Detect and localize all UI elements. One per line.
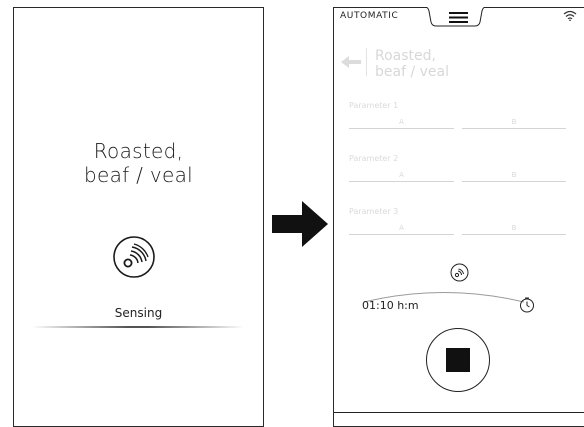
parameter-3-field-a[interactable]: A [349, 224, 454, 235]
parameter-3-field-b[interactable]: B [462, 224, 566, 235]
clock-icon[interactable] [519, 297, 535, 313]
sensing-progress-line [32, 326, 244, 328]
recipe-title-line2: beaf / veal [83, 163, 193, 187]
parameter-2-field-a[interactable]: A [349, 171, 454, 182]
top-bar: AUTOMATIC [334, 7, 584, 27]
recipe-title-line1: Roasted, [93, 139, 184, 163]
parameter-3-label: Parameter 3 [349, 207, 399, 216]
parameter-2-field-b[interactable]: B [462, 171, 566, 182]
sensing-icon [113, 236, 155, 278]
sensing-icon [450, 263, 469, 282]
bottom-divider [334, 412, 584, 413]
stop-button[interactable] [426, 328, 490, 392]
parameter-2-label: Parameter 2 [349, 154, 399, 163]
time-display: 01:10 h:m [362, 299, 419, 312]
back-arrow-icon[interactable] [341, 55, 363, 69]
cooking-screen: AUTOMATIC Roasted, beaf / veal Parameter… [333, 7, 584, 427]
parameter-1-field-a[interactable]: A [349, 118, 454, 129]
recipe-title: Roasted, beaf / veal [375, 48, 449, 80]
hamburger-icon[interactable] [449, 12, 468, 23]
wifi-icon [563, 10, 577, 21]
recipe-title-line2: beaf / veal [375, 64, 449, 80]
parameter-1-label: Parameter 1 [349, 101, 399, 110]
title-divider [366, 48, 367, 76]
stop-icon [446, 348, 470, 372]
sensing-screen: Roasted, beaf / veal Sensing [13, 7, 264, 427]
recipe-title-line1: Roasted, [375, 48, 436, 64]
recipe-title: Roasted, beaf / veal [14, 139, 263, 187]
sensing-label: Sensing [114, 306, 163, 320]
mode-label: AUTOMATIC [340, 11, 399, 21]
arrow-right-icon [272, 201, 328, 247]
parameter-1-field-b[interactable]: B [462, 118, 566, 129]
